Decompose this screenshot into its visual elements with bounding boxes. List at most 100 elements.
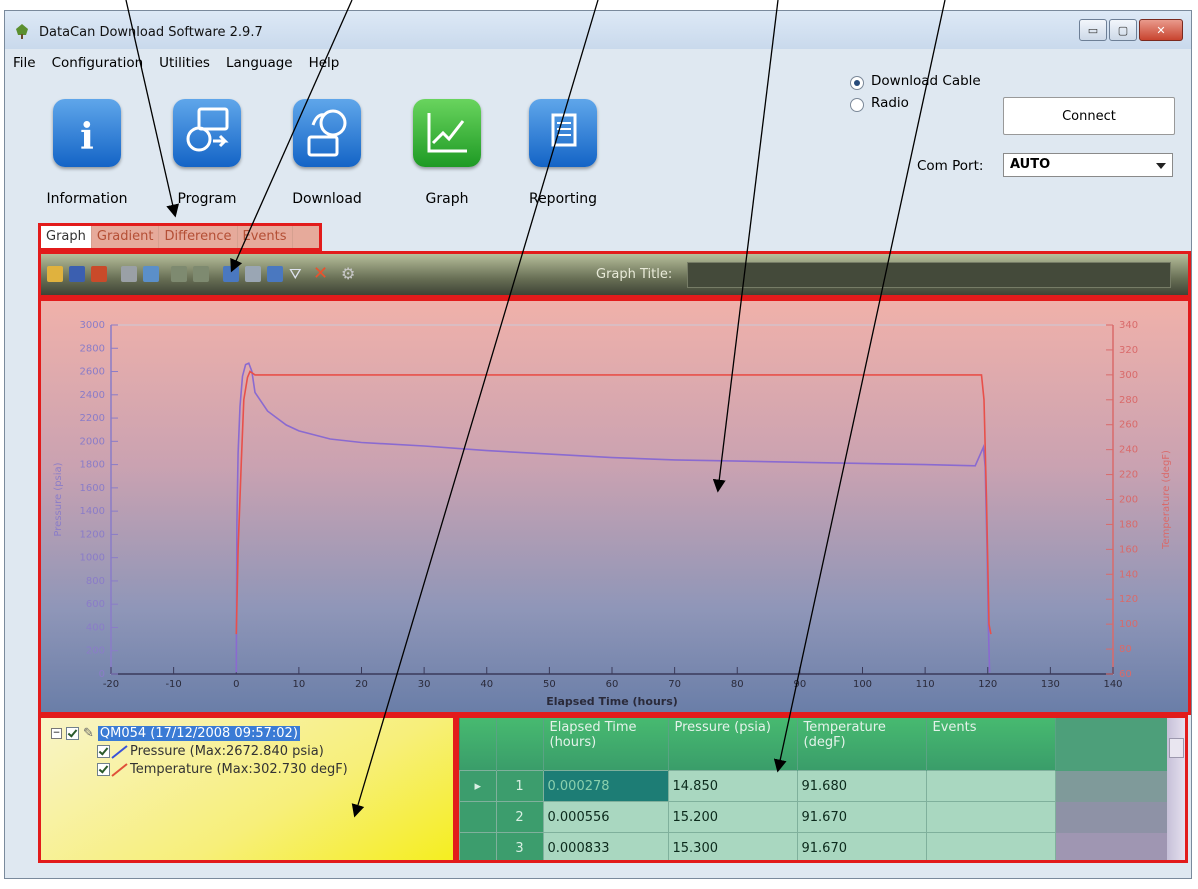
- col-pressure-header[interactable]: Pressure (psia): [668, 718, 798, 771]
- col-elapsed-header[interactable]: Elapsed Time (hours): [543, 718, 669, 771]
- com-port-select[interactable]: AUTO: [1003, 153, 1173, 177]
- tab-events[interactable]: Events: [238, 226, 293, 248]
- cell-temperature[interactable]: 91.670: [796, 832, 927, 860]
- minimize-button[interactable]: ▭: [1079, 19, 1107, 41]
- collapse-icon[interactable]: −: [51, 728, 62, 739]
- reporting-button[interactable]: [529, 99, 597, 167]
- graph-button[interactable]: [413, 99, 481, 167]
- x-tick-label: 70: [668, 679, 681, 690]
- cell-pressure[interactable]: 15.200: [667, 801, 798, 833]
- root-checkbox[interactable]: [66, 727, 79, 740]
- y2-tick-label: 180: [1119, 519, 1138, 530]
- redo-icon[interactable]: [193, 266, 209, 282]
- y2-tick-label: 200: [1119, 495, 1138, 506]
- menu-configuration[interactable]: Configuration: [44, 51, 152, 75]
- y-tick-label: 2600: [80, 367, 105, 378]
- y2-tick-label: 260: [1119, 420, 1138, 431]
- chart-panel: -20 -10 0 10 20 30 40 50 60 70 80 90 100 110 120 130 140…: [38, 298, 1191, 715]
- cell-temperature[interactable]: 91.680: [796, 770, 927, 802]
- data-table: Elapsed Time (hours) Pressure (psia) Tem…: [459, 718, 1179, 860]
- table-row[interactable]: 3 0.000833 15.300 91.670: [459, 832, 1178, 860]
- y-tick-label: 2800: [80, 343, 105, 354]
- tab-gradient[interactable]: Gradient: [92, 226, 160, 248]
- row-number-header: [496, 718, 544, 771]
- tree-root-label[interactable]: QM054 (17/12/2008 09:57:02): [97, 726, 300, 741]
- y2-tick-label: 100: [1119, 619, 1138, 630]
- program-label: Program: [177, 191, 237, 207]
- open-icon[interactable]: [47, 266, 63, 282]
- cell-elapsed[interactable]: 0.000556: [542, 801, 669, 833]
- y-tick-label: 2200: [80, 413, 105, 424]
- y-tick-label: 1400: [80, 506, 105, 517]
- tab-difference[interactable]: Difference: [159, 226, 238, 248]
- clear-icon[interactable]: ✕: [313, 265, 329, 283]
- cell-pressure[interactable]: 14.850: [667, 770, 798, 802]
- menu-file[interactable]: File: [5, 51, 44, 75]
- tree-pressure-label[interactable]: Pressure (Max:2672.840 psia): [130, 744, 324, 759]
- row-number: 1: [495, 770, 544, 802]
- reporting-label: Reporting: [528, 191, 598, 207]
- filter-icon[interactable]: ⛛: [289, 266, 305, 282]
- window-title: DataCan Download Software 2.9.7: [39, 25, 263, 40]
- cell-elapsed[interactable]: 0.000833: [542, 832, 669, 860]
- info-icon: i: [80, 116, 94, 158]
- menu-utilities[interactable]: Utilities: [151, 51, 218, 75]
- settings-icon[interactable]: ⚙: [341, 266, 357, 282]
- zoom-fit-icon[interactable]: [143, 266, 159, 282]
- delete-data-icon[interactable]: [245, 266, 261, 282]
- y2-tick-label: 120: [1119, 594, 1138, 605]
- cell-pressure[interactable]: 15.300: [667, 832, 798, 860]
- maximize-button[interactable]: ▢: [1109, 19, 1137, 41]
- radio-option-radio[interactable]: [850, 98, 864, 112]
- y-axis-label: Pressure (psia): [53, 462, 64, 536]
- menu-help[interactable]: Help: [301, 51, 348, 75]
- information-button[interactable]: i: [53, 99, 121, 167]
- header-filler: [1055, 718, 1179, 771]
- program-button[interactable]: [173, 99, 241, 167]
- download-button[interactable]: [293, 99, 361, 167]
- table-row[interactable]: 2 0.000556 15.200 91.670: [459, 801, 1178, 833]
- close-button[interactable]: ✕: [1139, 19, 1183, 41]
- table-scrollbar[interactable]: [1167, 718, 1185, 860]
- import-icon[interactable]: [267, 266, 283, 282]
- cell-events[interactable]: [925, 770, 1056, 802]
- graph-title-label: Graph Title:: [596, 267, 673, 282]
- x-tick-label: -10: [165, 679, 181, 690]
- y-tick-label: 800: [86, 576, 105, 587]
- cell-temperature[interactable]: 91.670: [796, 801, 927, 833]
- scrollbar-thumb[interactable]: [1169, 738, 1184, 758]
- col-temperature-header[interactable]: Temperature (degF): [797, 718, 927, 771]
- col-events-header[interactable]: Events: [926, 718, 1056, 771]
- cell-elapsed[interactable]: 0.000278: [542, 770, 669, 802]
- tree-temperature-label[interactable]: Temperature (Max:302.730 degF): [130, 762, 348, 777]
- information-label: Information: [46, 191, 128, 207]
- connect-button[interactable]: Connect: [1003, 97, 1175, 135]
- graph-icon: [427, 113, 467, 153]
- chart-svg[interactable]: -20 -10 0 10 20 30 40 50 60 70 80 90 100 110 120 130 140…: [41, 301, 1188, 712]
- table-row[interactable]: ▸ 1 0.000278 14.850 91.680: [459, 770, 1178, 802]
- tab-graph[interactable]: Graph: [41, 226, 92, 248]
- download-icon: [307, 109, 347, 157]
- download-cable-radio[interactable]: [850, 76, 864, 90]
- close-file-icon[interactable]: [91, 266, 107, 282]
- graph-title-input[interactable]: [687, 262, 1171, 288]
- cell-events[interactable]: [925, 832, 1056, 860]
- temperature-checkbox[interactable]: [97, 763, 110, 776]
- save-icon[interactable]: [69, 266, 85, 282]
- y2-tick-label: 220: [1119, 470, 1138, 481]
- print-icon[interactable]: [121, 266, 137, 282]
- cell-events[interactable]: [925, 801, 1056, 833]
- title-bar: DataCan Download Software 2.9.7 ▭ ▢ ✕: [5, 11, 1191, 49]
- x-tick-label: 100: [853, 679, 872, 690]
- app-leaf-icon: [16, 24, 28, 39]
- x-tick-label: 120: [978, 679, 997, 690]
- series-tree: − ✎ QM054 (17/12/2008 09:57:02) Pressure…: [38, 715, 456, 863]
- y-tick-label: 2400: [80, 390, 105, 401]
- export-icon[interactable]: [223, 266, 239, 282]
- pressure-checkbox[interactable]: [97, 745, 110, 758]
- reporting-icon: [551, 113, 577, 147]
- undo-icon[interactable]: [171, 266, 187, 282]
- y-tick-label: 1600: [80, 483, 105, 494]
- menu-language[interactable]: Language: [218, 51, 301, 75]
- y-tick-label: 1800: [80, 460, 105, 471]
